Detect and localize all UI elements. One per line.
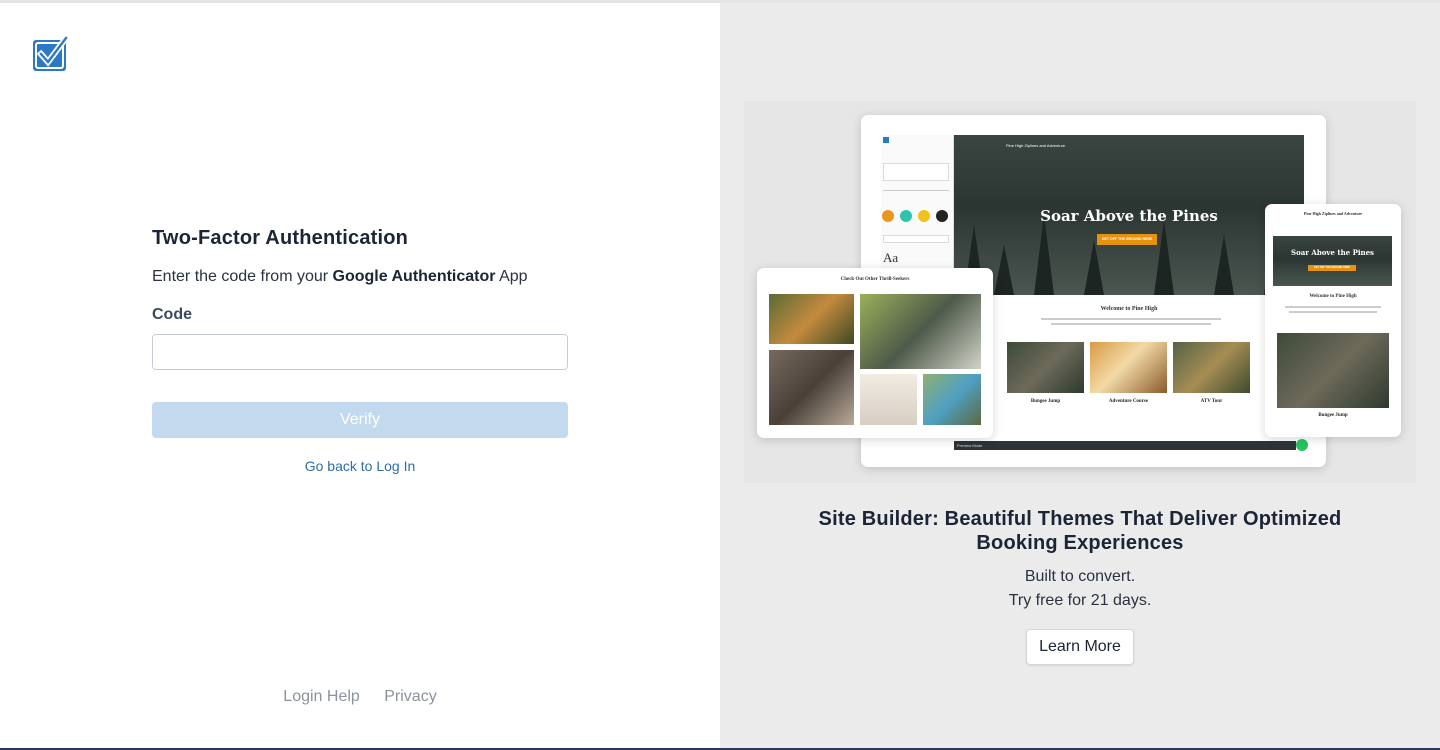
footer-links: Login Help Privacy [0, 688, 720, 706]
instructions-suffix: App [495, 268, 528, 285]
swatch-orange[interactable] [882, 210, 894, 222]
desktop-hero-button: GET OFF THE GROUND HERE [1097, 234, 1157, 245]
checkbox-check-icon[interactable] [32, 35, 69, 72]
instructions-prefix: Enter the code from your [152, 268, 333, 285]
phone-site-name: Pine High Ziplines and Adventure [1303, 211, 1363, 216]
activity-caption: Adventure Course [1108, 399, 1149, 404]
swatch-black[interactable] [936, 210, 948, 222]
tablet-heading: Check Out Other Thrill-Seekers [840, 277, 910, 282]
font-preview: Aa [883, 250, 899, 265]
back-to-login-link[interactable]: Go back to Log In [152, 458, 568, 474]
chat-bubble-icon [1296, 439, 1308, 451]
login-panel: Two-Factor Authentication Enter the code… [0, 3, 720, 748]
phone-hero: Soar Above the Pines GET OFF THE GROUND … [1273, 236, 1392, 286]
atv-photo [1173, 342, 1250, 393]
promo-line: Built to convert. [1024, 568, 1136, 585]
code-input[interactable] [152, 334, 568, 370]
desktop-hero-heading: Soar Above the Pines [1040, 207, 1218, 225]
phone-mockup: Pine High Ziplines and Adventure Soar Ab… [1265, 204, 1401, 437]
gallery-photo [860, 294, 981, 369]
swatch-teal[interactable] [900, 210, 912, 222]
promo-title: Site Builder: Beautiful Themes That Deli… [818, 508, 1342, 554]
desktop-hero: Pine High Ziplines and Adventure Soar Ab… [954, 135, 1304, 295]
desktop-site-name: Pine High Ziplines and Adventure [1006, 143, 1066, 148]
phone-hero-heading: Soar Above the Pines [1291, 248, 1374, 257]
promo-copy: Built to convert. Try free for 21 days. [720, 565, 1440, 613]
gallery-photo [923, 374, 981, 425]
two-factor-form: Two-Factor Authentication Enter the code… [152, 227, 568, 474]
gallery-photo [860, 374, 917, 425]
code-label: Code [152, 306, 192, 323]
activity-caption: ATV Tour [1200, 399, 1223, 404]
authenticator-app-name: Google Authenticator [332, 268, 496, 285]
learn-more-button[interactable]: Learn More [1026, 629, 1134, 665]
verify-button[interactable]: Verify [152, 402, 568, 438]
instructions: Enter the code from your Google Authenti… [152, 268, 568, 286]
site-builder-preview: Aa Pine High Ziplines and Adventure Soar… [744, 101, 1416, 483]
adventure-course-photo [1090, 342, 1167, 393]
promo-content: Site Builder: Beautiful Themes That Deli… [720, 507, 1440, 665]
phone-bungee-photo [1277, 333, 1389, 408]
phone-activity-caption: Bungee Jump [1318, 413, 1348, 418]
activity-caption: Bungee Jump [1030, 399, 1061, 404]
page-title: Two-Factor Authentication [152, 227, 409, 249]
tablet-mockup: Check Out Other Thrill-Seekers [757, 268, 993, 438]
gallery-photo [769, 350, 854, 425]
bungee-photo [1007, 342, 1084, 393]
phone-hero-button: GET OFF THE GROUND HERE [1308, 265, 1356, 271]
privacy-link[interactable]: Privacy [384, 688, 436, 705]
promo-line: Try free for 21 days. [1008, 592, 1152, 609]
preview-mode-bar: Preview Mode [954, 441, 1296, 450]
promo-panel: Aa Pine High Ziplines and Adventure Soar… [720, 3, 1440, 748]
desktop-welcome: Welcome to Pine High [1100, 306, 1158, 312]
phone-welcome: Welcome to Pine High [1309, 294, 1357, 299]
login-help-link[interactable]: Login Help [283, 688, 360, 705]
swatch-yellow[interactable] [918, 210, 930, 222]
gallery-photo [769, 294, 854, 344]
